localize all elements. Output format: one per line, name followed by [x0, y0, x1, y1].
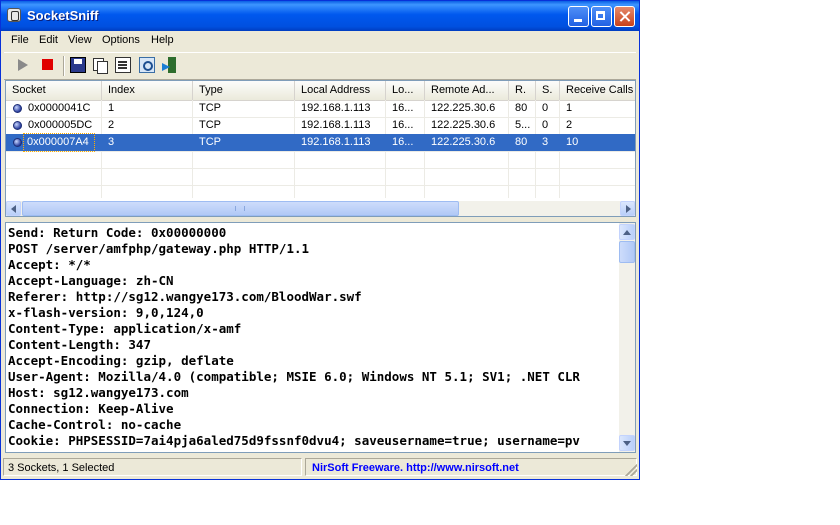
cell-remote-address: 122.225.30.6 — [431, 136, 496, 148]
cell-send: 0 — [542, 102, 549, 114]
vertical-scrollbar[interactable] — [619, 223, 635, 452]
column-type[interactable]: Type — [193, 81, 295, 100]
status-selection-count: 3 Sockets, 1 Selected — [3, 458, 302, 476]
cell-receive-calls: 2 — [566, 119, 573, 131]
grid-line — [6, 168, 635, 169]
minimize-button[interactable] — [568, 6, 589, 27]
list-header: Socket Index Type Local Address Lo... Re… — [6, 81, 635, 101]
cell-send: 3 — [542, 136, 549, 148]
text-line: Host: sg12.wangye173.com — [8, 385, 189, 400]
cell-remote-address: 122.225.30.6 — [431, 119, 496, 131]
column-remote-port[interactable]: R. — [509, 81, 536, 100]
cell-index: 1 — [108, 102, 115, 114]
menu-options[interactable]: Options — [102, 34, 140, 46]
column-socket[interactable]: Socket — [6, 81, 102, 100]
request-details-pane[interactable]: Send: Return Code: 0x00000000 POST /serv… — [5, 222, 636, 453]
scroll-left-icon[interactable] — [6, 201, 21, 216]
cell-local-port: 16... — [392, 136, 414, 148]
text-line: Accept-Encoding: gzip, deflate — [8, 353, 234, 368]
scroll-thumb[interactable] — [619, 241, 635, 263]
column-index[interactable]: Index — [102, 81, 193, 100]
grid-line — [6, 185, 635, 186]
cell-remote-port: 80 — [515, 102, 528, 114]
cell-type: TCP — [199, 136, 221, 148]
properties-icon[interactable] — [115, 57, 131, 73]
menu-view[interactable]: View — [68, 34, 92, 46]
cell-remote-port: 5... — [515, 119, 531, 131]
cell-local-port: 16... — [392, 102, 414, 114]
socketsniff-window: SocketSniff File Edit View Options Help … — [0, 0, 640, 480]
column-send[interactable]: S. — [536, 81, 560, 100]
app-icon[interactable] — [7, 8, 21, 22]
cell-send: 0 — [542, 119, 549, 131]
text-line: Cookie: PHPSESSID=7ai4pja6aled75d9fssnf0… — [8, 433, 580, 448]
text-line: POST /server/amfphp/gateway.php HTTP/1.1 — [8, 241, 310, 256]
status-bar: 3 Sockets, 1 Selected NirSoft Freeware. … — [1, 456, 639, 479]
socket-icon — [13, 104, 22, 113]
cell-type: TCP — [199, 102, 221, 114]
close-button[interactable] — [614, 6, 635, 27]
column-local-address[interactable]: Local Address — [295, 81, 386, 100]
save-icon[interactable] — [70, 57, 86, 73]
text-line: Send: Return Code: 0x00000000 — [8, 225, 227, 240]
socket-icon — [13, 121, 22, 130]
table-row-selected[interactable]: 0x000007A4 3 TCP 192.168.1.113 16... 122… — [6, 133, 635, 152]
scroll-down-icon[interactable] — [619, 435, 635, 451]
cell-local-address: 192.168.1.113 — [301, 102, 371, 114]
cell-socket: 0x0000041C — [28, 102, 91, 114]
cell-local-port: 16... — [392, 119, 414, 131]
find-icon[interactable] — [139, 57, 155, 73]
socket-list[interactable]: Socket Index Type Local Address Lo... Re… — [5, 80, 636, 217]
column-remote-address[interactable]: Remote Ad... — [425, 81, 509, 100]
menu-file[interactable]: File — [11, 34, 29, 46]
text-line: Referer: http://sg12.wangye173.com/Blood… — [8, 289, 362, 304]
cell-remote-address: 122.225.30.6 — [431, 102, 496, 114]
cell-socket: 0x000005DC — [28, 119, 93, 131]
text-line: Content-Length: 347 — [8, 337, 151, 352]
play-icon[interactable] — [18, 59, 28, 71]
cell-receive-calls: 10 — [566, 136, 579, 148]
nirsoft-link[interactable]: NirSoft Freeware. http://www.nirsoft.net — [305, 458, 637, 476]
column-local-port[interactable]: Lo... — [386, 81, 425, 100]
table-row[interactable]: 0x0000041C 1 TCP 192.168.1.113 16... 122… — [6, 100, 635, 117]
copy-icon[interactable] — [92, 57, 108, 74]
cell-socket: 0x000007A4 — [23, 133, 95, 152]
column-receive-calls[interactable]: Receive Calls — [560, 81, 635, 100]
text-line: Cache-Control: no-cache — [8, 417, 182, 432]
request-text: Send: Return Code: 0x00000000 POST /serv… — [8, 225, 616, 449]
menu-bar: File Edit View Options Help — [4, 31, 636, 50]
menu-edit[interactable]: Edit — [39, 34, 58, 46]
text-line: Accept: */* — [8, 257, 91, 272]
toolbar-separator — [63, 56, 65, 76]
exit-icon[interactable] — [162, 57, 178, 73]
scroll-up-icon[interactable] — [619, 224, 635, 240]
toolbar — [4, 52, 636, 80]
window-title: SocketSniff — [27, 8, 99, 23]
cell-type: TCP — [199, 119, 221, 131]
scroll-thumb[interactable] — [22, 201, 459, 216]
cell-index: 2 — [108, 119, 115, 131]
cell-remote-port: 80 — [515, 136, 528, 148]
cell-index: 3 — [108, 136, 115, 148]
text-line: Connection: Keep-Alive — [8, 401, 174, 416]
scroll-right-icon[interactable] — [620, 201, 635, 216]
text-line: x-flash-version: 9,0,124,0 — [8, 305, 204, 320]
cell-local-address: 192.168.1.113 — [301, 119, 371, 131]
cell-local-address: 192.168.1.113 — [301, 136, 371, 148]
text-line: User-Agent: Mozilla/4.0 (compatible; MSI… — [8, 369, 580, 384]
stop-icon[interactable] — [42, 59, 53, 70]
text-line: Content-Type: application/x-amf — [8, 321, 242, 336]
title-bar[interactable]: SocketSniff — [1, 1, 639, 31]
table-row[interactable]: 0x000005DC 2 TCP 192.168.1.113 16... 122… — [6, 117, 635, 134]
cell-receive-calls: 1 — [566, 102, 573, 114]
resize-grip-icon[interactable] — [625, 464, 637, 476]
socket-icon — [13, 138, 22, 147]
horizontal-scrollbar[interactable] — [6, 201, 635, 216]
text-line: Accept-Language: zh-CN — [8, 273, 174, 288]
grid-line — [6, 151, 635, 152]
menu-help[interactable]: Help — [151, 34, 174, 46]
maximize-button[interactable] — [591, 6, 612, 27]
